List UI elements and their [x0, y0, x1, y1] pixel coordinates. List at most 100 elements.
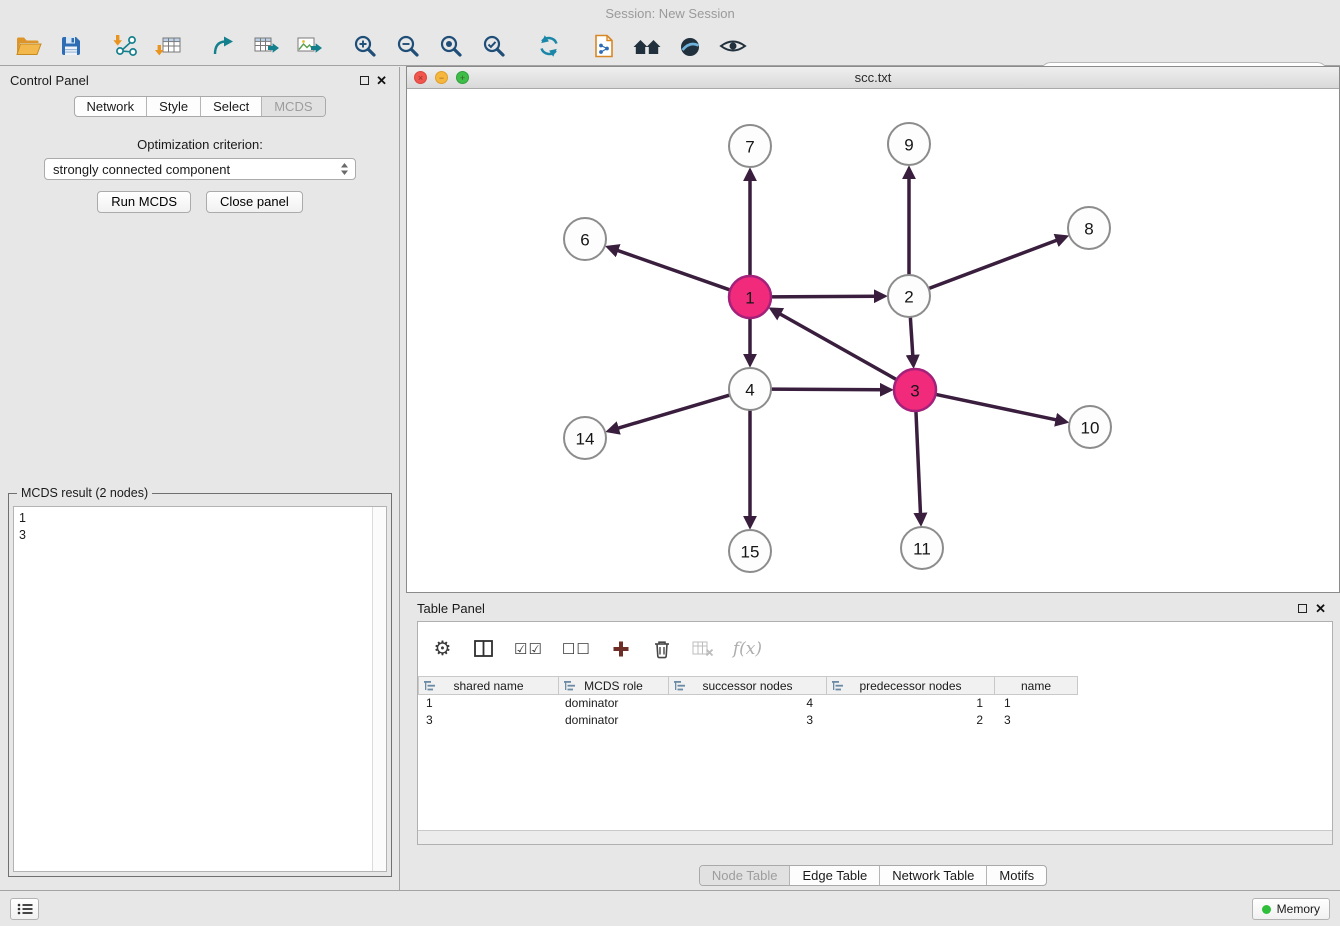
graph-node-label: 14 — [576, 430, 595, 449]
tab-label: Style — [159, 99, 188, 114]
float-panel-icon[interactable] — [360, 76, 369, 85]
zoom-window-icon[interactable]: + — [456, 71, 469, 84]
graph-node-label: 1 — [745, 289, 754, 308]
column-header-mcds-role[interactable]: MCDS role — [559, 676, 669, 695]
cell-successor-nodes: 4 — [669, 695, 827, 712]
tab-edge-table[interactable]: Edge Table — [789, 866, 879, 885]
import-table-button[interactable] — [147, 29, 190, 63]
style-button[interactable] — [668, 29, 711, 63]
tab-network[interactable]: Network — [74, 97, 146, 116]
checked-boxes-icon: ☑☑ — [514, 640, 543, 658]
save-session-button[interactable] — [49, 29, 92, 63]
tab-style[interactable]: Style — [146, 97, 200, 116]
cell-successor-nodes: 3 — [669, 712, 827, 729]
column-header-shared-name[interactable]: shared name — [418, 676, 559, 695]
zoom-fit-icon — [438, 33, 464, 59]
table-settings-button[interactable]: ⚙ — [432, 637, 454, 661]
select-all-columns-button[interactable]: ☑☑ — [514, 637, 543, 661]
result-scrollbar[interactable] — [372, 507, 386, 871]
graph-edge-4-3[interactable] — [769, 389, 884, 390]
tab-node-table[interactable]: Node Table — [700, 866, 790, 885]
zoom-glyph: + — [460, 73, 465, 83]
import-network-button[interactable] — [104, 29, 147, 63]
tab-network-table[interactable]: Network Table — [879, 866, 986, 885]
column-label: predecessor nodes — [859, 679, 961, 693]
graph-node-label: 11 — [913, 540, 931, 559]
control-panel: Control Panel ✕ Network Style Select MCD… — [0, 67, 400, 890]
graph-edge-3-10[interactable] — [934, 394, 1060, 421]
show-hide-button[interactable] — [711, 29, 754, 63]
close-panel-button[interactable]: Close panel — [206, 191, 303, 213]
graph-edge-4-14[interactable] — [615, 394, 732, 429]
horizontal-scrollbar[interactable] — [418, 830, 1332, 844]
run-mcds-button[interactable]: Run MCDS — [97, 191, 191, 213]
table-row[interactable]: 1 dominator 4 1 1 — [418, 695, 1332, 712]
graph-edge-2-8[interactable] — [927, 239, 1060, 289]
export-table-button[interactable] — [245, 29, 288, 63]
criterion-dropdown-value: strongly connected component — [53, 162, 340, 177]
network-window-titlebar[interactable]: × − + scc.txt — [407, 67, 1339, 89]
tab-label: MCDS — [274, 99, 312, 114]
tab-mcds[interactable]: MCDS — [261, 97, 324, 116]
plus-icon — [612, 640, 630, 658]
table-panel-tabs: Node Table Edge Table Network Table Moti… — [406, 865, 1340, 886]
network-view-window: × − + scc.txt 7968124314101511 — [406, 66, 1340, 593]
minimize-glyph: − — [439, 73, 444, 83]
zoom-in-button[interactable] — [343, 29, 386, 63]
column-header-successor-nodes[interactable]: successor nodes — [669, 676, 827, 695]
function-builder-button[interactable]: f(x) — [733, 637, 762, 661]
status-bar: Memory — [0, 890, 1340, 926]
apply-layout-button[interactable] — [527, 29, 570, 63]
export-network-button[interactable] — [202, 29, 245, 63]
graph-node-label: 3 — [910, 382, 919, 401]
column-header-predecessor-nodes[interactable]: predecessor nodes — [827, 676, 995, 695]
graph-edge-1-6[interactable] — [614, 249, 732, 290]
close-panel-icon[interactable]: ✕ — [376, 74, 387, 87]
delete-table-button[interactable] — [692, 637, 714, 661]
graph-node-label: 6 — [580, 231, 589, 250]
zoom-out-button[interactable] — [386, 29, 429, 63]
float-panel-icon[interactable] — [1298, 604, 1307, 613]
delete-table-icon — [692, 640, 714, 658]
minimize-window-icon[interactable]: − — [435, 71, 448, 84]
zoom-fit-button[interactable] — [429, 29, 472, 63]
network-overview-button[interactable] — [582, 29, 625, 63]
columns-icon — [474, 640, 494, 658]
memory-label: Memory — [1277, 902, 1320, 916]
delete-column-button[interactable] — [651, 637, 673, 661]
close-window-icon[interactable]: × — [414, 71, 427, 84]
export-image-button[interactable] — [288, 29, 331, 63]
unselect-all-columns-button[interactable]: ☐☐ — [562, 637, 591, 661]
network-graph-canvas[interactable]: 7968124314101511 — [407, 89, 1339, 592]
tab-select[interactable]: Select — [200, 97, 261, 116]
home-button[interactable] — [625, 29, 668, 63]
tab-motifs[interactable]: Motifs — [986, 866, 1046, 885]
mcds-result-list[interactable]: 1 3 — [13, 506, 387, 872]
zoom-selected-icon — [481, 33, 507, 59]
tab-label: Motifs — [999, 868, 1034, 883]
export-table-icon — [253, 33, 280, 59]
column-header-name[interactable]: name — [995, 676, 1078, 695]
task-history-button[interactable] — [10, 898, 39, 920]
graph-edge-2-3[interactable] — [910, 315, 913, 359]
graph-edge-3-11[interactable] — [916, 409, 921, 517]
cell-name: 1 — [995, 695, 1078, 712]
unchecked-boxes-icon: ☐☐ — [562, 640, 591, 658]
close-panel-icon[interactable]: ✕ — [1315, 602, 1326, 615]
tab-label: Select — [213, 99, 249, 114]
criterion-dropdown[interactable]: strongly connected component — [44, 158, 356, 180]
graph-edge-1-2[interactable] — [769, 296, 878, 297]
trash-icon — [652, 639, 672, 659]
graph-edge-3-1[interactable] — [777, 312, 898, 380]
column-label: MCDS role — [584, 679, 643, 693]
gear-icon: ⚙ — [434, 639, 453, 659]
table-row[interactable]: 3 dominator 3 2 3 — [418, 712, 1332, 729]
column-label: name — [1021, 679, 1051, 693]
create-column-button[interactable] — [610, 637, 632, 661]
export-image-icon — [296, 33, 323, 59]
import-table-icon — [155, 33, 182, 59]
show-columns-button[interactable] — [473, 637, 495, 661]
memory-button[interactable]: Memory — [1252, 898, 1330, 920]
zoom-selected-button[interactable] — [472, 29, 515, 63]
open-session-button[interactable] — [6, 29, 49, 63]
